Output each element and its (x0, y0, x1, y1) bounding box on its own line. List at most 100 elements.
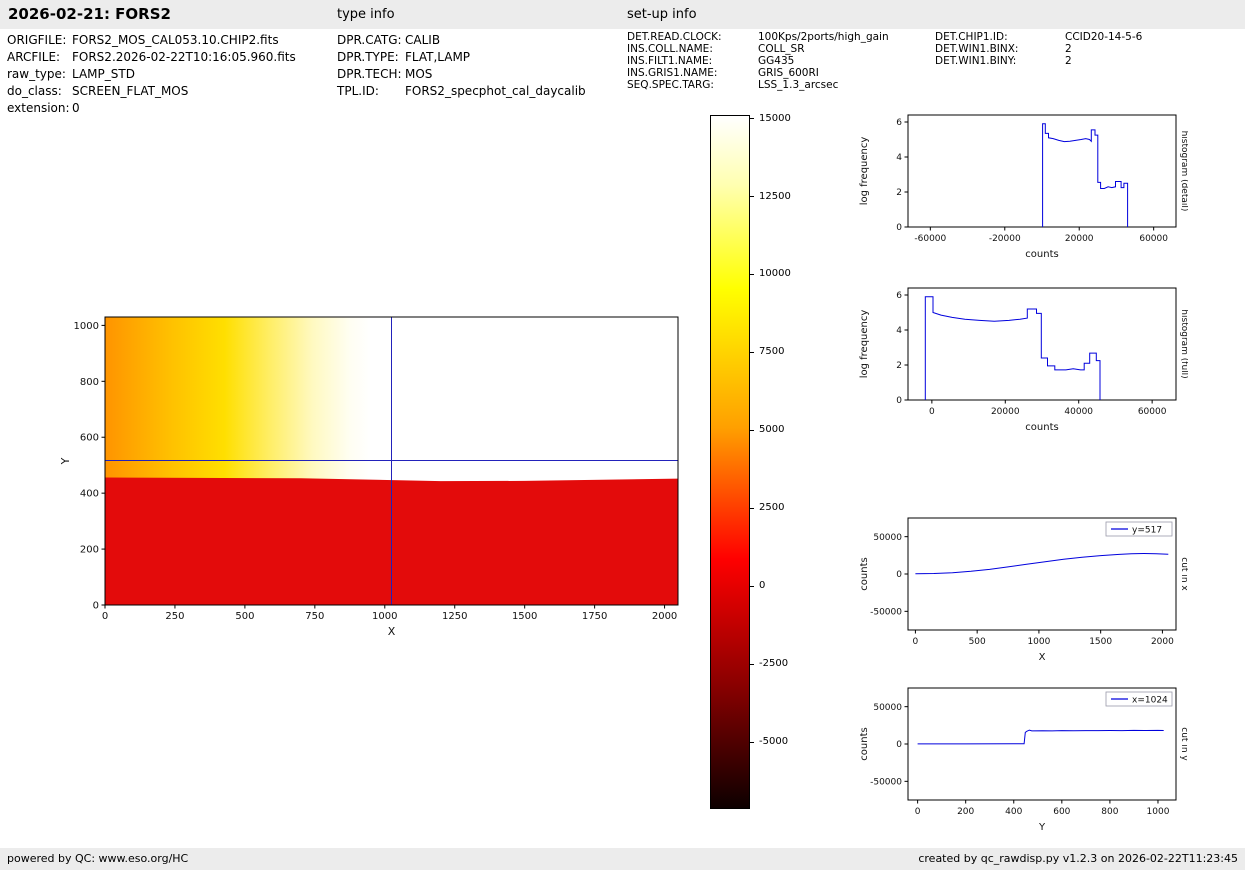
cut-in-y-plot: 02004006008001000-50000050000Ycountscut … (853, 678, 1188, 846)
right-axis-label: cut in y (1179, 727, 1188, 761)
colorbar-tick-mark (750, 118, 754, 119)
x-tick-label: 2000 (652, 611, 677, 622)
meta-row: INS.COLL.NAME:COLL_SR (627, 43, 889, 55)
colorbar-tick-mark (750, 274, 754, 275)
series-line (925, 297, 1100, 400)
meta-row: ORIGFILE:FORS2_MOS_CAL053.10.CHIP2.fits (7, 32, 296, 49)
colorbar-tick-mark (750, 742, 754, 743)
x-tick-label: 1500 (1089, 637, 1112, 647)
meta-label: ARCFILE: (7, 49, 72, 66)
histogram-detail-canvas: -60000-2000020000600000246countslog freq… (853, 105, 1188, 269)
plot-box (908, 288, 1176, 400)
y-tick-label: 4 (896, 326, 902, 336)
plot-box (908, 115, 1176, 227)
meta-label: INS.COLL.NAME: (627, 43, 758, 55)
colorbar-tick-mark (750, 664, 754, 665)
x-axis-label: Y (1038, 822, 1046, 833)
y-axis-label: counts (859, 727, 870, 760)
y-tick-label: 6 (896, 291, 902, 301)
qc-report-page: 2026-02-21: FORS2 type info set-up info … (0, 0, 1245, 870)
x-axis-label: counts (1025, 249, 1058, 260)
x-tick-label: 60000 (1138, 407, 1167, 417)
x-axis-label: counts (1025, 422, 1058, 433)
x-tick-label: 0 (929, 407, 935, 417)
meta-row: DET.WIN1.BINX:2 (935, 43, 1142, 55)
x-tick-label: 250 (165, 611, 184, 622)
y-tick-label: 6 (896, 118, 902, 128)
colorbar-tick-mark (750, 352, 754, 353)
main-image-canvas: 0250500750100012501500175020000200400600… (55, 307, 690, 650)
file-info-block: ORIGFILE:FORS2_MOS_CAL053.10.CHIP2.fits … (7, 32, 296, 117)
colorbar-tick-label: -5000 (759, 735, 788, 748)
main-image-plot: 0250500750100012501500175020000200400600… (55, 307, 690, 654)
meta-value: LAMP_STD (72, 67, 135, 81)
meta-row: extension:0 (7, 100, 296, 117)
meta-label: do_class: (7, 83, 72, 100)
x-tick-label: 0 (102, 611, 108, 622)
cut-in-y-canvas: 02004006008001000-50000050000Ycountscut … (853, 678, 1188, 842)
x-tick-label: 0 (913, 637, 919, 647)
x-tick-label: 20000 (991, 407, 1020, 417)
y-axis-label: counts (859, 557, 870, 590)
meta-label: DET.WIN1.BINX: (935, 43, 1065, 55)
cut-in-x-plot: 0500100015002000-50000050000Xcountscut i… (853, 508, 1188, 676)
y-axis-label: Y (59, 457, 72, 465)
y-tick-label: 200 (80, 545, 99, 556)
x-tick-label: -20000 (989, 234, 1021, 244)
colorbar-tick-mark (750, 508, 754, 509)
x-tick-label: -60000 (914, 234, 946, 244)
meta-row: SEQ.SPEC.TARG:LSS_1.3_arcsec (627, 79, 889, 91)
histogram-full-plot: 02000040000600000246countslog frequencyh… (853, 278, 1188, 446)
meta-row: INS.GRIS1.NAME:GRIS_600RI (627, 67, 889, 79)
x-tick-label: 1000 (1027, 637, 1050, 647)
y-axis-label: log frequency (859, 137, 870, 206)
meta-value: GG435 (758, 55, 794, 67)
type-info-heading: type info (337, 7, 395, 22)
meta-value: 100Kps/2ports/high_gain (758, 31, 889, 43)
colorbar-tick-label: 2500 (759, 501, 784, 514)
y-tick-label: 2 (896, 361, 902, 371)
x-tick-label: 500 (235, 611, 254, 622)
meta-value: FORS2.2026-02-22T10:16:05.960.fits (72, 50, 296, 64)
meta-label: extension: (7, 100, 72, 117)
y-tick-label: -50000 (870, 607, 902, 617)
colorbar-tick-label: 7500 (759, 345, 784, 358)
right-axis-label: histogram (full) (1179, 309, 1188, 378)
x-tick-label: 600 (1053, 807, 1070, 817)
y-tick-label: 50000 (873, 533, 902, 543)
page-title: 2026-02-21: FORS2 (8, 5, 171, 23)
histogram-full-canvas: 02000040000600000246countslog frequencyh… (853, 278, 1188, 442)
footer-right-text: created by qc_rawdisp.py v1.2.3 on 2026-… (918, 852, 1238, 865)
meta-value: FLAT,LAMP (405, 50, 470, 64)
x-tick-label: 200 (957, 807, 974, 817)
meta-value: LSS_1.3_arcsec (758, 79, 838, 91)
colorbar: 1500012500100007500500025000-2500-5000 (710, 115, 830, 809)
y-tick-label: 2 (896, 188, 902, 198)
y-tick-label: 1000 (74, 321, 99, 332)
x-tick-label: 500 (969, 637, 986, 647)
setup-info-heading: set-up info (627, 7, 697, 22)
colorbar-tick-label: 12500 (759, 190, 791, 203)
meta-label: INS.FILT1.NAME: (627, 55, 758, 67)
footer-left-text: powered by QC: www.eso.org/HC (7, 852, 188, 865)
meta-row: ARCFILE:FORS2.2026-02-22T10:16:05.960.fi… (7, 49, 296, 66)
y-tick-label: 4 (896, 153, 902, 163)
y-tick-label: 0 (896, 396, 902, 406)
x-tick-label: 0 (915, 807, 921, 817)
meta-label: DET.WIN1.BINY: (935, 55, 1065, 67)
x-tick-label: 60000 (1139, 234, 1168, 244)
meta-value: GRIS_600RI (758, 67, 819, 79)
meta-row: DPR.TYPE:FLAT,LAMP (337, 49, 586, 66)
x-tick-label: 1500 (512, 611, 537, 622)
image-region-gradient (105, 317, 371, 480)
meta-row: do_class:SCREEN_FLAT_MOS (7, 83, 296, 100)
setup-info-block: DET.READ.CLOCK:100Kps/2ports/high_gain I… (627, 31, 889, 91)
meta-value: SCREEN_FLAT_MOS (72, 84, 188, 98)
legend-label: x=1024 (1132, 696, 1168, 706)
x-tick-label: 40000 (1064, 407, 1093, 417)
colorbar-tick-label: 15000 (759, 112, 791, 125)
meta-value: 2 (1065, 55, 1072, 67)
meta-row: DET.CHIP1.ID:CCID20-14-5-6 (935, 31, 1142, 43)
meta-label: DPR.TECH: (337, 66, 405, 83)
x-tick-label: 20000 (1065, 234, 1094, 244)
